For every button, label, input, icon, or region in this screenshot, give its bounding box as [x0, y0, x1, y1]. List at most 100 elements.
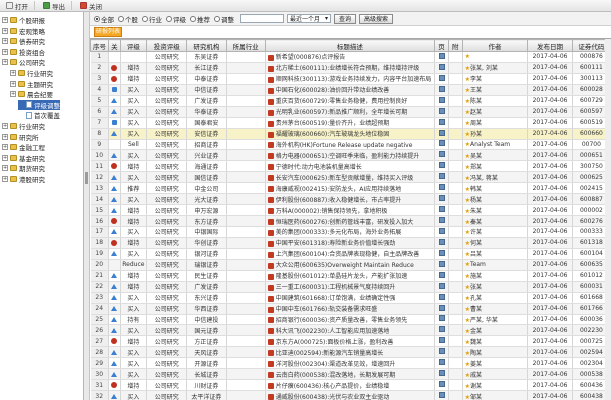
expand-icon[interactable]: + [2, 48, 8, 55]
title-text[interactable]: 伊利股份(600887):收入稳健增长，市占率提升 [276, 197, 402, 204]
expand-icon[interactable]: + [2, 123, 8, 129]
pdf-icon[interactable] [267, 295, 274, 302]
attachment-icon[interactable] [438, 337, 445, 344]
expand-icon[interactable]: + [10, 80, 16, 87]
attachment-icon[interactable] [438, 392, 445, 399]
sidebar-item[interactable]: + 港股研究 [2, 174, 45, 184]
title-cell[interactable]: 科大讯飞(002230):人工智能应用加速落地 [265, 324, 436, 337]
title-cell[interactable]: 海外机构(HK)Fortune Release update negative [265, 139, 436, 151]
sidebar-item[interactable]: + 基金研究 [2, 153, 45, 163]
pdf-icon[interactable] [267, 262, 274, 269]
expand-icon[interactable]: + [2, 165, 8, 172]
attachment-icon[interactable] [438, 282, 445, 289]
attachment-icon[interactable] [438, 238, 445, 245]
open-button[interactable]: 打开 [2, 1, 32, 11]
title-cell[interactable]: 顺网科技(300113):游戏业务持续发力，内容平台加速布局 [265, 73, 436, 85]
title-cell[interactable]: 新希望(000876)点评报告 [265, 51, 436, 63]
attachment-icon[interactable] [438, 118, 445, 125]
attachment-icon[interactable] [438, 227, 445, 234]
radio-icon[interactable] [190, 15, 196, 22]
expand-icon[interactable]: + [2, 144, 8, 151]
table-row[interactable]: 5 买入 公司研究 广发证券 重庆百货(600729):零售业务稳健，费用控制良好 ★陈某… [90, 95, 611, 107]
table-row[interactable]: 20 Reduce 公司研究 瑞银证券 大众公用(600635)Overweight M… [90, 259, 611, 271]
title-text[interactable]: 隆基股份(601012):单晶硅片龙头，产能扩张加速 [276, 273, 408, 280]
table-row[interactable]: 3 增持 公司研究 中泰证券 顺网科技(300113):游戏业务持续发力，内容平台加速布… [90, 73, 611, 85]
title-text[interactable]: 顺网科技(300113):游戏业务持续发力，内容平台加速布局 [276, 76, 432, 83]
attachment-icon[interactable] [438, 129, 445, 136]
pdf-icon[interactable] [267, 361, 274, 368]
sidebar-item[interactable]: 评级调整 [18, 99, 60, 110]
chevron-down-icon[interactable]: ▾ [325, 15, 328, 22]
pdf-icon[interactable] [267, 229, 274, 236]
title-text[interactable]: 中国中车(601766):轨交装备需求旺盛 [276, 306, 378, 313]
table-row[interactable]: 27 增持 公司研究 方正证券 京东方A(000725):面板价格上涨，盈利改善 ★魏某 2… [90, 335, 611, 348]
title-cell[interactable]: 中国建筑(601668):订单饱满，业绩确定性强 [265, 292, 436, 304]
filter-radio[interactable]: 评级 [166, 14, 186, 24]
table-row[interactable]: 23 买入 公司研究 东兴证券 中国建筑(601668):订单饱满，业绩确定性强 ★孔某 2… [90, 292, 611, 304]
title-cell[interactable]: 北方稀土(600111):业绩增长符合预期，维持增持评级 [265, 62, 436, 74]
table-row[interactable]: 25 持有 公司研究 中信建投 招商银行(600036):资产质量改善，零售业务领先 ★严… [90, 314, 611, 326]
table-row[interactable]: 17 买入 公司研究 中银国际 美的集团(000333):多元化布局，海外业务拓展 ★许某… [90, 226, 611, 238]
title-cell[interactable]: 宁德时代:动力电池装机量高增长 [265, 160, 436, 173]
attachment-icon[interactable] [438, 52, 445, 59]
attachment-icon[interactable] [438, 326, 445, 333]
table-row[interactable]: 26 买入 公司研究 国元证券 科大讯飞(002230):人工智能应用加速落地 ★金某 20… [90, 324, 611, 337]
column-header[interactable]: 发布日期 [527, 39, 573, 52]
table-row[interactable]: 9 Sell 公司研究 招商证券 海外机构(HK)Fortune Release upd… [90, 139, 611, 151]
pdf-icon[interactable] [267, 251, 274, 258]
filter-radio[interactable]: 调整 [214, 14, 234, 24]
table-row[interactable]: 31 增持 公司研究 川财证券 片仔癀(600436):核心产品提价，业绩稳增 ★谢某 20… [90, 379, 611, 392]
title-text[interactable]: 长安汽车(000625):新车型贡献增量，维持买入评级 [276, 175, 414, 182]
attachment-icon[interactable] [438, 260, 445, 267]
title-cell[interactable]: 恒瑞医药(600276):创新药管线丰富，研发投入加大 [265, 215, 436, 227]
title-cell[interactable]: 中国石化(600028):油价回升带动业绩改善 [265, 84, 436, 96]
sidebar-item[interactable]: + 个股研报 [2, 15, 45, 25]
title-text[interactable]: 格力电器(000651):空调旺季来临，盈利能力持续提升 [276, 153, 420, 160]
title-cell[interactable]: 洋河股份(002304):渠道改革见效，增速回升 [265, 357, 436, 370]
attachment-icon[interactable] [438, 162, 445, 169]
table-row[interactable]: 15 增持 公司研究 申万宏源 万科A(000002):销售保持领先，拿地积极 ★朱某 20… [90, 204, 611, 217]
sidebar-item[interactable]: + 投资组合 [2, 47, 45, 57]
attachment-icon[interactable] [438, 74, 445, 81]
attachment-icon[interactable] [438, 381, 445, 388]
column-header[interactable]: 标题描述 [264, 39, 436, 52]
pdf-icon[interactable] [267, 208, 274, 215]
attachment-icon[interactable] [438, 249, 445, 256]
sidebar-item[interactable]: + 金融工程 [2, 142, 45, 152]
pdf-icon[interactable] [267, 153, 274, 160]
title-cell[interactable]: 片仔癀(600436):核心产品提价，业绩稳增 [265, 379, 436, 392]
table-row[interactable]: 29 买入 公司研究 开源证券 洋河股份(002304):渠道改革见效，增速回升 ★姜某 2… [90, 357, 611, 370]
title-text[interactable]: 恒瑞医药(600276):创新药管线丰富，研发投入加大 [276, 219, 414, 226]
title-cell[interactable]: 通威股份(600438):光伏与农业双主业驱动 [265, 390, 436, 400]
table-row[interactable]: 22 增持 公司研究 广发证券 三一重工(600031):工程机械景气度持续回升 ★张某 2… [90, 281, 611, 293]
filter-radio[interactable]: 全部 [94, 14, 114, 24]
title-text[interactable]: 贵州茅台(600519):量价齐升，业绩超预期 [276, 120, 390, 127]
title-text[interactable]: 中国平安(601318):寿险新业务价值增长强劲 [276, 240, 396, 247]
expand-icon[interactable]: + [2, 17, 8, 23]
pdf-icon[interactable] [267, 240, 274, 247]
pdf-icon[interactable] [267, 109, 274, 116]
title-cell[interactable]: 上汽集团(600104):合资品牌表现稳健，自主品牌改善 [265, 248, 436, 260]
title-text[interactable]: 洋河股份(002304):渠道改革见效，增速回升 [276, 361, 396, 368]
title-cell[interactable]: 三一重工(600031):工程机械景气度持续回升 [265, 281, 436, 293]
range-select[interactable]: 最近一个月 ▾ [287, 14, 331, 23]
table-row[interactable]: 12 买入 公司研究 国信证券 长安汽车(000625):新车型贡献增量，维持买入评级 ★… [90, 171, 611, 184]
title-cell[interactable]: 大众公用(600635)Overweight Maintain Reduce [265, 259, 436, 271]
pdf-icon[interactable] [267, 65, 274, 72]
table-row[interactable]: 28 买入 公司研究 天风证券 比亚迪(002594):新能源汽车销量高增长 ★陶某 201… [90, 346, 611, 359]
title-text[interactable]: 科大讯飞(002230):人工智能应用加速落地 [276, 328, 390, 335]
title-text[interactable]: 比亚迪(002594):新能源汽车销量高增长 [276, 350, 384, 357]
expand-icon[interactable]: + [2, 38, 8, 45]
column-header[interactable]: 研究机构 [186, 39, 227, 52]
pdf-icon[interactable] [267, 328, 274, 335]
attachment-icon[interactable] [438, 348, 445, 355]
title-text[interactable]: 万科A(000002):销售保持领先，拿地积极 [276, 208, 388, 215]
table-row[interactable]: 24 买入 公司研究 华西证券 中国中车(601766):轨交装备需求旺盛 ★曹某 2017… [90, 303, 611, 315]
attachment-icon[interactable] [438, 315, 445, 322]
title-cell[interactable]: 中国平安(601318):寿险新业务价值增长强劲 [265, 237, 436, 249]
column-header[interactable]: 页 [434, 39, 449, 52]
title-cell[interactable]: 隆基股份(601012):单晶硅片龙头，产能扩张加速 [265, 270, 436, 282]
column-header[interactable]: 评级 [119, 39, 148, 52]
title-cell[interactable]: 重庆百货(600729):零售业务稳健，费用控制良好 [265, 95, 436, 107]
title-text[interactable]: 光明乳业(600597):新品推广顺利，全年增长可期 [276, 109, 408, 116]
